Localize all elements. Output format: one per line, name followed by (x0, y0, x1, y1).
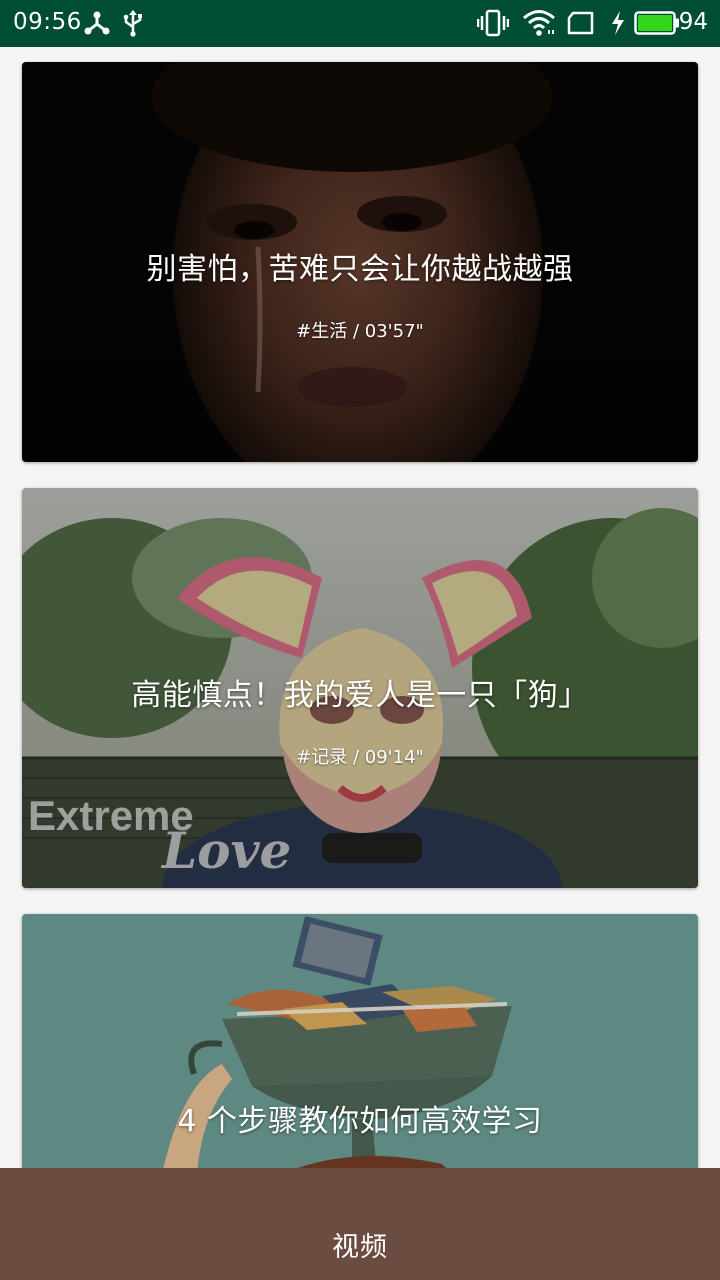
sim-icon (567, 11, 594, 35)
video-feed[interactable]: 别害怕，苦难只会让你越战越强 #生活 / 03'57" Extreme Love… (0, 47, 720, 1168)
video-card[interactable]: Extreme Love 高能慎点！我的爱人是一只「狗」 #记录 / 09'14… (22, 488, 698, 888)
card-meta: #记录 / 09'14" (296, 747, 424, 768)
video-card[interactable]: 别害怕，苦难只会让你越战越强 #生活 / 03'57" (22, 62, 698, 462)
battery-level: 94 (678, 9, 708, 35)
card-title: 别害怕，苦难只会让你越战越强 (146, 252, 574, 287)
status-time: 09:56 (13, 9, 82, 35)
card-title: 4 个步骤教你如何高效学习 (177, 1104, 543, 1139)
bottom-tab-bar[interactable]: 视频 (0, 1168, 720, 1280)
battery-icon (634, 11, 679, 35)
usb-icon (123, 10, 142, 37)
video-card[interactable]: 4 个步骤教你如何高效学习 (22, 914, 698, 1168)
wifi-icon (523, 10, 555, 36)
network-share-icon (84, 11, 110, 35)
tab-video[interactable]: 视频 (0, 1225, 720, 1264)
charging-icon (612, 11, 624, 35)
vibrate-icon (477, 9, 509, 37)
card-title: 高能慎点！我的爱人是一只「狗」 (131, 678, 589, 713)
status-bar: 09:56 94 (0, 0, 720, 47)
card-meta: #生活 / 03'57" (296, 321, 424, 342)
